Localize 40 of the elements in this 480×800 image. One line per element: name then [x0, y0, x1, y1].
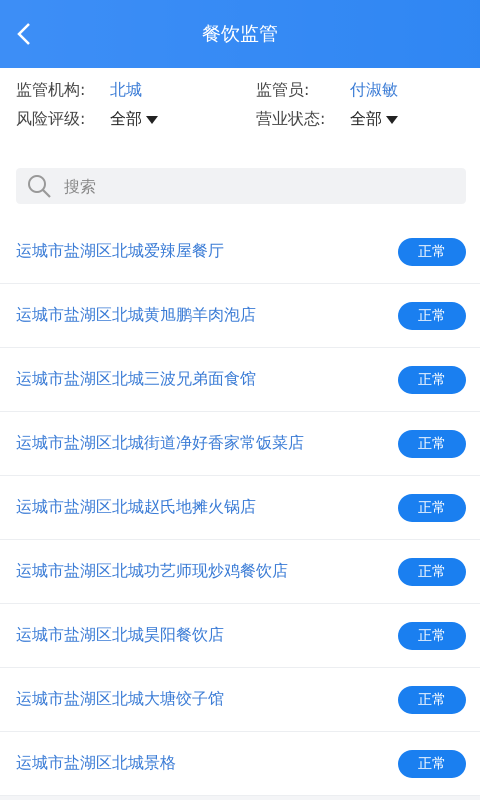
status-badge: 正常: [398, 622, 466, 650]
filter-value: 付淑敏: [350, 80, 398, 101]
list-item[interactable]: 运城市盐湖区北城赵氏地摊火锅店 正常: [0, 476, 480, 540]
status-badge: 正常: [398, 430, 466, 458]
list-item[interactable]: 运城市盐湖区北城功艺师现炒鸡餐饮店 正常: [0, 540, 480, 604]
list-item[interactable]: 运城市盐湖区北城景格 正常: [0, 732, 480, 796]
list-item[interactable]: 运城市盐湖区北城爱辣屋餐厅 正常: [0, 220, 480, 284]
page-title: 餐饮监管: [202, 22, 278, 47]
restaurant-name: 运城市盐湖区北城三波兄弟面食馆: [16, 369, 256, 390]
filter-dropdown[interactable]: 全部: [350, 109, 398, 130]
list-item[interactable]: 运城市盐湖区北城大塘饺子馆 正常: [0, 668, 480, 732]
status-badge: 正常: [398, 238, 466, 266]
list-item[interactable]: 运城市盐湖区北城昊阳餐饮店 正常: [0, 604, 480, 668]
caret-icon: [146, 116, 158, 124]
filter-dropdown[interactable]: 全部: [110, 109, 158, 130]
restaurant-name: 运城市盐湖区北城昊阳餐饮店: [16, 625, 224, 646]
status-badge: 正常: [398, 750, 466, 778]
status-badge: 正常: [398, 366, 466, 394]
filter-label: 营业状态:: [256, 109, 326, 130]
restaurant-name: 运城市盐湖区北城爱辣屋餐厅: [16, 241, 224, 262]
restaurant-name: 运城市盐湖区北城黄旭鹏羊肉泡店: [16, 305, 256, 326]
status-badge: 正常: [398, 558, 466, 586]
status-badge: 正常: [398, 302, 466, 330]
filter-label: 监管员:: [256, 80, 310, 101]
list-item[interactable]: 运城市盐湖区北城黄旭鹏羊肉泡店 正常: [0, 284, 480, 348]
search-bar[interactable]: 搜索: [16, 168, 466, 204]
restaurant-name: 运城市盐湖区北城景格: [16, 753, 176, 774]
restaurant-name: 运城市盐湖区北城大塘饺子馆: [16, 689, 224, 710]
filter-value: 北城: [110, 80, 142, 101]
restaurant-name: 运城市盐湖区北城功艺师现炒鸡餐饮店: [16, 561, 288, 582]
status-badge: 正常: [398, 686, 466, 714]
restaurant-name: 运城市盐湖区北城街道净好香家常饭菜店: [16, 433, 304, 454]
filter-label: 监管机构:: [16, 80, 86, 101]
list-item[interactable]: 运城市盐湖区北城三波兄弟面食馆 正常: [0, 348, 480, 412]
list-item[interactable]: 运城市盐湖区北城街道净好香家常饭菜店 正常: [0, 412, 480, 476]
filter-label: 风险评级:: [16, 109, 86, 130]
caret-icon: [386, 116, 398, 124]
status-badge: 正常: [398, 494, 466, 522]
search-icon: [26, 173, 52, 199]
restaurant-name: 运城市盐湖区北城赵氏地摊火锅店: [16, 497, 256, 518]
